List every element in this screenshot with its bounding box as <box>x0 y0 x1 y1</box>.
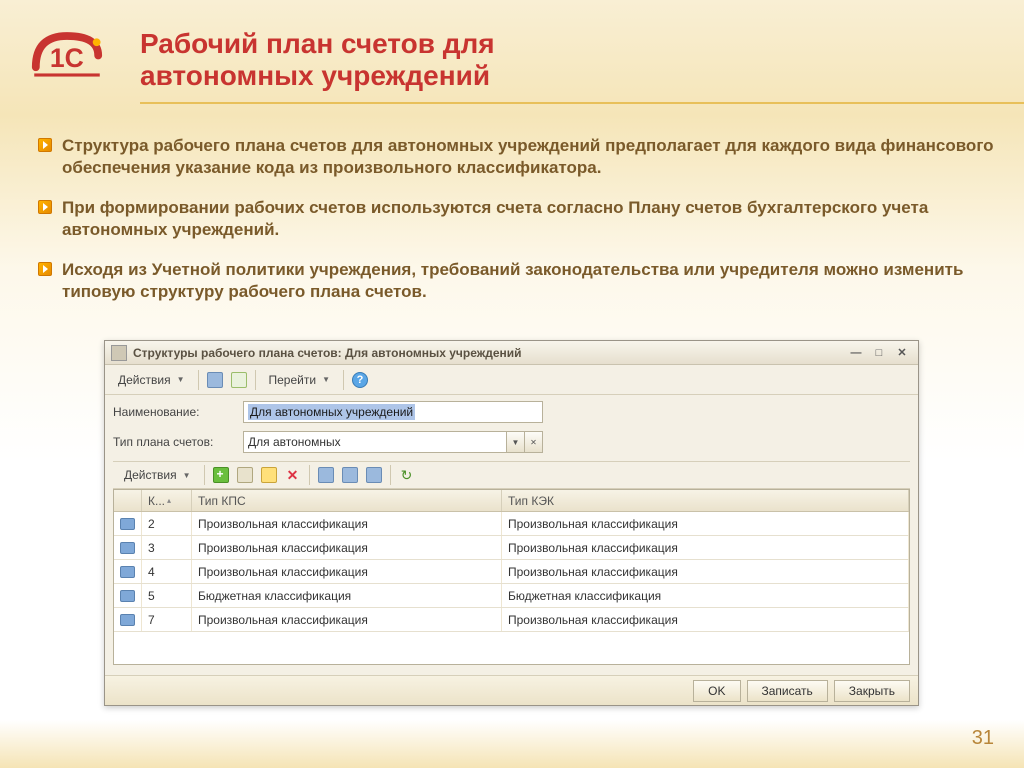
actions-label: Действия <box>118 373 171 387</box>
goto-label: Перейти <box>269 373 317 387</box>
chevron-down-icon: ▼ <box>183 471 191 480</box>
window-title: Структуры рабочего плана счетов: Для авт… <box>133 346 846 360</box>
table-row[interactable]: 2 Произвольная классификация Произвольна… <box>114 512 909 536</box>
cell-code: 4 <box>142 560 192 583</box>
ok-button[interactable]: OK <box>693 680 740 702</box>
combo-dropdown-icon[interactable]: ▼ <box>507 431 525 453</box>
delete-icon[interactable]: ✕ <box>283 465 303 485</box>
grid: К... ▴ Тип КПС Тип КЭК 2 Произвольная кл… <box>113 489 910 665</box>
logo-1c: 1С <box>28 28 106 83</box>
filter3-icon[interactable] <box>364 465 384 485</box>
app-window: Структуры рабочего плана счетов: Для авт… <box>104 340 919 706</box>
slide-title-line2: автономных учреждений <box>140 60 490 91</box>
page-number: 31 <box>972 727 994 750</box>
grid-filler <box>114 632 909 664</box>
actions-menu[interactable]: Действия ▼ <box>111 369 192 391</box>
cell-kek: Произвольная классификация <box>502 512 909 535</box>
cell-kps: Произвольная классификация <box>192 560 502 583</box>
separator <box>198 370 199 390</box>
table-row[interactable]: 5 Бюджетная классификация Бюджетная клас… <box>114 584 909 608</box>
chevron-down-icon: ▼ <box>177 375 185 384</box>
cell-kek: Произвольная классификация <box>502 608 909 631</box>
separator <box>255 370 256 390</box>
row-marker-icon <box>120 518 135 530</box>
sort-indicator-icon: ▴ <box>167 496 171 505</box>
close-button[interactable]: Закрыть <box>834 680 910 702</box>
svg-text:1С: 1С <box>50 43 84 73</box>
cell-kek: Произвольная классификация <box>502 560 909 583</box>
bullet-item: Структура рабочего плана счетов для авто… <box>38 135 994 179</box>
copy-icon[interactable] <box>235 465 255 485</box>
separator <box>204 465 205 485</box>
bullet-icon <box>38 200 52 214</box>
cell-kek: Бюджетная классификация <box>502 584 909 607</box>
window-footer: OK Записать Закрыть <box>105 675 918 705</box>
footer-shade <box>0 720 1024 768</box>
window-toolbar: Действия ▼ Перейти ▼ ? <box>105 365 918 395</box>
cell-code: 5 <box>142 584 192 607</box>
grid-actions-label: Действия <box>124 468 177 482</box>
filter2-icon[interactable] <box>340 465 360 485</box>
separator <box>309 465 310 485</box>
row-marker-icon <box>120 590 135 602</box>
goto-menu[interactable]: Перейти ▼ <box>262 369 337 391</box>
bullet-icon <box>38 262 52 276</box>
separator <box>390 465 391 485</box>
grid-toolbar: Действия ▼ ✕ ↻ <box>113 461 910 489</box>
help-icon[interactable]: ? <box>350 370 370 390</box>
bullet-item: Исходя из Учетной политики учреждения, т… <box>38 259 994 303</box>
cell-kps: Произвольная классификация <box>192 608 502 631</box>
cell-code: 7 <box>142 608 192 631</box>
grid-header-marker[interactable] <box>114 490 142 511</box>
save-button[interactable]: Записать <box>747 680 828 702</box>
minimize-button[interactable]: — <box>846 345 866 361</box>
slide-title: Рабочий план счетов для автономных учреж… <box>140 28 495 92</box>
plan-type-label: Тип плана счетов: <box>113 435 243 449</box>
cell-kps: Произвольная классификация <box>192 512 502 535</box>
grid-header-kek[interactable]: Тип КЭК <box>502 490 909 511</box>
plan-type-combo[interactable]: Для автономных ▼ ✕ <box>243 431 543 453</box>
edit-icon[interactable] <box>259 465 279 485</box>
maximize-button[interactable]: □ <box>869 345 889 361</box>
chevron-down-icon: ▼ <box>322 375 330 384</box>
filter1-icon[interactable] <box>316 465 336 485</box>
slide-title-line1: Рабочий план счетов для <box>140 28 495 59</box>
name-value: Для автономных учреждений <box>248 404 415 420</box>
cell-kps: Бюджетная классификация <box>192 584 502 607</box>
plan-type-value: Для автономных <box>248 435 341 449</box>
table-row[interactable]: 3 Произвольная классификация Произвольна… <box>114 536 909 560</box>
titlebar[interactable]: Структуры рабочего плана счетов: Для авт… <box>105 341 918 365</box>
row-marker-icon <box>120 542 135 554</box>
grid-header-code[interactable]: К... ▴ <box>142 490 192 511</box>
bullet-icon <box>38 138 52 152</box>
window-icon <box>111 345 127 361</box>
add-icon[interactable] <box>211 465 231 485</box>
cell-kps: Произвольная классификация <box>192 536 502 559</box>
name-input[interactable]: Для автономных учреждений <box>243 401 543 423</box>
name-label: Наименование: <box>113 405 243 419</box>
close-button[interactable]: ✕ <box>892 345 912 361</box>
save-icon[interactable] <box>205 370 225 390</box>
sheet-icon[interactable] <box>229 370 249 390</box>
table-row[interactable]: 7 Произвольная классификация Произвольна… <box>114 608 909 632</box>
separator <box>343 370 344 390</box>
bullet-text: При формировании рабочих счетов использу… <box>62 197 994 241</box>
cell-code: 2 <box>142 512 192 535</box>
cell-code: 3 <box>142 536 192 559</box>
cell-kek: Произвольная классификация <box>502 536 909 559</box>
row-marker-icon <box>120 566 135 578</box>
title-underline <box>140 102 1024 104</box>
bullet-text: Исходя из Учетной политики учреждения, т… <box>62 259 994 303</box>
grid-actions-menu[interactable]: Действия ▼ <box>117 464 198 486</box>
bullet-item: При формировании рабочих счетов использу… <box>38 197 994 241</box>
combo-clear-icon[interactable]: ✕ <box>525 431 543 453</box>
grid-header: К... ▴ Тип КПС Тип КЭК <box>114 490 909 512</box>
bullet-text: Структура рабочего плана счетов для авто… <box>62 135 994 179</box>
refresh-icon[interactable]: ↻ <box>397 465 417 485</box>
row-marker-icon <box>120 614 135 626</box>
form-area: Наименование: Для автономных учреждений … <box>105 395 918 675</box>
table-row[interactable]: 4 Произвольная классификация Произвольна… <box>114 560 909 584</box>
grid-header-kps[interactable]: Тип КПС <box>192 490 502 511</box>
